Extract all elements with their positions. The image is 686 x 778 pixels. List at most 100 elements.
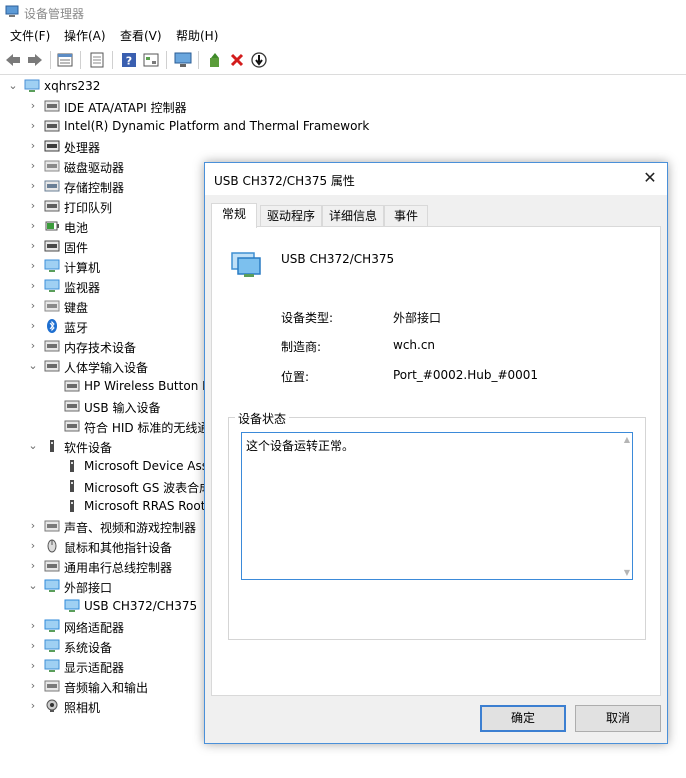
- network-port-icon: [64, 599, 80, 612]
- collapsed-chevron-icon[interactable]: ›: [28, 699, 38, 713]
- software-device-icon: [70, 460, 74, 472]
- tree-item-label: xqhrs232: [44, 79, 101, 93]
- tree-item-label: 监视器: [64, 281, 101, 295]
- device-status-group: 设备状态 这个设备运转正常。 ▲ ▼: [228, 410, 646, 640]
- tab-details[interactable]: 详细信息: [322, 205, 384, 226]
- collapsed-chevron-icon[interactable]: ›: [28, 259, 38, 273]
- device-status-textbox[interactable]: 这个设备运转正常。 ▲ ▼: [241, 432, 633, 580]
- tree-item-label: 符合 HID 标准的无线通: [84, 421, 210, 435]
- tab-general[interactable]: 常规: [211, 203, 257, 228]
- prop-label-location: 位置:: [281, 370, 310, 384]
- general-tab-panel: USB CH372/CH375 设备类型: 外部接口 制造商: wch.cn 位…: [211, 226, 661, 696]
- memory-icon: [44, 340, 60, 352]
- collapsed-chevron-icon[interactable]: ›: [28, 619, 38, 633]
- svg-text:?: ?: [126, 55, 132, 68]
- tree-item-label: 照相机: [64, 701, 101, 715]
- tree-item-label: Microsoft RRAS Root: [84, 499, 206, 513]
- scroll-down-icon[interactable]: ▼: [624, 568, 630, 577]
- tree-item-label: 声音、视频和游戏控制器: [64, 521, 197, 535]
- tree-item-label: 网络适配器: [64, 621, 125, 635]
- expanded-chevron-icon[interactable]: ⌄: [28, 359, 38, 373]
- collapsed-chevron-icon[interactable]: ›: [28, 139, 38, 153]
- collapsed-chevron-icon[interactable]: ›: [28, 199, 38, 213]
- network-icon: [44, 619, 60, 632]
- network-port-icon: [231, 252, 261, 277]
- tree-item-label: 电池: [64, 221, 89, 235]
- menu-view[interactable]: 查看(V): [118, 27, 164, 44]
- tree-item-label: 软件设备: [64, 441, 113, 455]
- tree-item-label: 键盘: [64, 301, 89, 315]
- collapsed-chevron-icon[interactable]: ›: [28, 119, 38, 133]
- prop-value-manufacturer: wch.cn: [393, 338, 436, 352]
- tree-item-label: 人体学输入设备: [64, 361, 149, 375]
- tree-item-label: USB 输入设备: [84, 401, 161, 415]
- tree-item-label: USB CH372/CH375: [84, 599, 198, 613]
- battery-icon: [45, 221, 59, 231]
- help-icon[interactable]: ?: [120, 51, 138, 69]
- collapsed-chevron-icon[interactable]: ›: [28, 559, 38, 573]
- collapsed-chevron-icon[interactable]: ›: [28, 279, 38, 293]
- display-icon: [44, 659, 60, 672]
- tree-row[interactable]: ⌄ xqhrs232: [0, 76, 686, 96]
- back-icon[interactable]: [4, 51, 22, 69]
- tree-item-label: 内存技术设备: [64, 341, 137, 355]
- collapsed-chevron-icon[interactable]: ›: [28, 339, 38, 353]
- tree-item-label: IDE ATA/ATAPI 控制器: [64, 101, 187, 115]
- device-manager-icon: [5, 5, 19, 17]
- collapsed-chevron-icon[interactable]: ›: [28, 679, 38, 693]
- menu-action[interactable]: 操作(A): [62, 27, 108, 44]
- monitor-icon: [44, 279, 60, 292]
- tab-driver[interactable]: 驱动程序: [260, 205, 322, 226]
- expanded-chevron-icon[interactable]: ⌄: [28, 439, 38, 453]
- monitor-icon[interactable]: [174, 51, 192, 69]
- tree-item-label: 处理器: [64, 141, 101, 155]
- collapsed-chevron-icon[interactable]: ›: [28, 219, 38, 233]
- close-icon[interactable]: ✕: [641, 169, 659, 187]
- tree-item-label: 固件: [64, 241, 89, 255]
- prop-value-location: Port_#0002.Hub_#0001: [393, 368, 539, 382]
- dialog-titlebar: USB CH372/CH375 属性 ✕: [205, 163, 667, 195]
- tree-item-label: Microsoft Device Ass: [84, 459, 208, 473]
- window-title: 设备管理器: [24, 7, 85, 21]
- menu-bar: 文件(F) 操作(A) 查看(V) 帮助(H): [0, 24, 686, 46]
- collapsed-chevron-icon[interactable]: ›: [28, 519, 38, 533]
- collapsed-chevron-icon[interactable]: ›: [28, 539, 38, 553]
- expanded-chevron-icon[interactable]: ⌄: [8, 79, 18, 93]
- tree-row[interactable]: › IDE ATA/ATAPI 控制器: [0, 96, 686, 116]
- collapsed-chevron-icon[interactable]: ›: [28, 99, 38, 113]
- properties-icon[interactable]: [56, 51, 74, 69]
- collapsed-chevron-icon[interactable]: ›: [28, 659, 38, 673]
- tab-events[interactable]: 事件: [384, 205, 428, 226]
- tree-item-label: 系统设备: [64, 641, 113, 655]
- tree-item-label: Intel(R) Dynamic Platform and Thermal Fr…: [64, 119, 370, 133]
- bluetooth-icon: [47, 319, 57, 333]
- forward-icon[interactable]: [26, 51, 44, 69]
- cancel-button[interactable]: 取消: [575, 705, 661, 732]
- collapsed-chevron-icon[interactable]: ›: [28, 639, 38, 653]
- tree-row[interactable]: › Intel(R) Dynamic Platform and Thermal F…: [0, 116, 686, 136]
- show-hidden-icon[interactable]: [142, 51, 160, 69]
- device-name: USB CH372/CH375: [281, 252, 395, 266]
- scroll-up-icon[interactable]: ▲: [624, 435, 630, 444]
- menu-file[interactable]: 文件(F): [8, 27, 52, 44]
- hid-icon: [64, 420, 80, 432]
- tree-row[interactable]: › 处理器: [0, 136, 686, 156]
- collapsed-chevron-icon[interactable]: ›: [28, 299, 38, 313]
- collapsed-chevron-icon[interactable]: ›: [28, 319, 38, 333]
- tree-item-label: 存储控制器: [64, 181, 125, 195]
- collapsed-chevron-icon[interactable]: ›: [28, 159, 38, 173]
- expanded-chevron-icon[interactable]: ⌄: [28, 579, 38, 593]
- storage-icon: [44, 180, 60, 192]
- collapsed-chevron-icon[interactable]: ›: [28, 179, 38, 193]
- ide-icon: [44, 100, 60, 112]
- menu-help[interactable]: 帮助(H): [174, 27, 220, 44]
- help-doc-icon[interactable]: [88, 51, 106, 69]
- update-driver-icon[interactable]: [206, 51, 224, 69]
- device-status-legend: 设备状态: [235, 410, 290, 427]
- collapsed-chevron-icon[interactable]: ›: [28, 239, 38, 253]
- scan-hardware-icon[interactable]: [250, 51, 268, 69]
- prop-value-device-type: 外部接口: [393, 311, 442, 325]
- uninstall-icon[interactable]: [228, 51, 246, 69]
- ok-button[interactable]: 确定: [480, 705, 566, 732]
- prop-label-device-type: 设备类型:: [281, 311, 334, 325]
